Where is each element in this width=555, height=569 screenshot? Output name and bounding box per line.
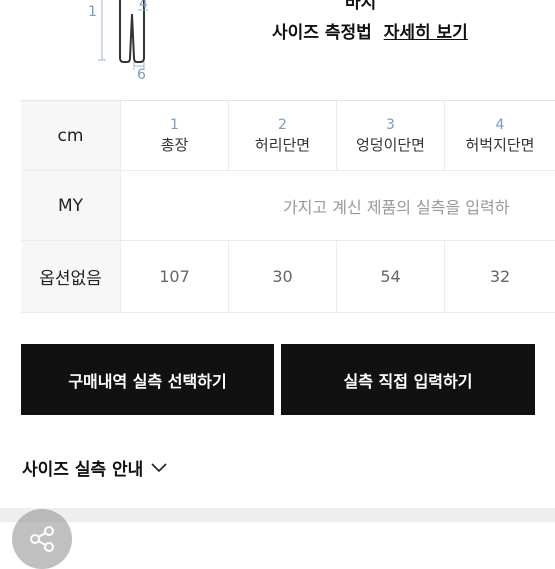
column-number: 4 (495, 116, 505, 133)
my-label: MY (57, 195, 84, 216)
cell-value: 54 (380, 267, 401, 286)
column-name: 허리단면 (254, 135, 311, 154)
direct-button-label: 실측 직접 입력하기 (343, 371, 473, 391)
my-measurement-input[interactable]: 가지고 계신 제품의 실측을 입력하 (121, 171, 555, 241)
table-cell: 107 (121, 241, 229, 313)
column-header: 3 엉덩이단면 (337, 101, 445, 171)
my-input-placeholder: 가지고 계신 제품의 실측을 입력하 (283, 197, 510, 217)
size-measure-heading: 사이즈 측정법 자세히 보기 (272, 18, 468, 43)
size-diagram-area: 1 4 6 바지 사이즈 측정법 자세히 보기 (0, 0, 555, 100)
option-label: 옵션없음 (39, 269, 102, 289)
measure-detail-link[interactable]: 자세히 보기 (384, 23, 468, 43)
cm-label: cm (57, 125, 84, 146)
cell-value: 107 (159, 267, 190, 286)
share-icon (30, 526, 54, 552)
cell-value: 30 (272, 267, 293, 286)
column-number: 1 (170, 116, 179, 133)
table-cell: 54 (337, 241, 445, 313)
table-cell: 30 (229, 241, 337, 313)
column-name: 총장 (160, 135, 189, 154)
column-name: 허벅지단면 (465, 135, 535, 154)
row-label-my: MY (21, 171, 121, 241)
column-number: 3 (386, 116, 395, 133)
column-header: 2 허리단면 (229, 101, 337, 171)
column-number: 2 (278, 116, 287, 133)
diagram-label-1: 1 (88, 4, 97, 20)
row-label-option: 옵션없음 (21, 241, 121, 313)
direct-input-measurement-button[interactable]: 실측 직접 입력하기 (281, 344, 535, 415)
purchase-button-label: 구매내역 실측 선택하기 (68, 371, 227, 391)
diagram-label-6: 6 (137, 67, 146, 83)
column-header: 1 총장 (121, 101, 229, 171)
chevron-down-icon (151, 462, 167, 472)
size-guide-label: 사이즈 실측 안내 (22, 460, 144, 480)
select-purchase-measurement-button[interactable]: 구매내역 실측 선택하기 (21, 344, 274, 415)
diagram-label-4: 4 (139, 0, 148, 12)
share-button[interactable] (12, 509, 72, 569)
table-header-cm: cm (21, 101, 121, 171)
column-name: 엉덩이단면 (355, 135, 425, 154)
section-divider (0, 508, 555, 522)
cell-value: 32 (489, 267, 511, 286)
table-cell: 32 (445, 241, 555, 313)
size-table: cm 1 총장 2 허리단면 3 엉덩이단면 4 허벅지단면 MY 가지고 계신… (21, 100, 555, 313)
column-header: 4 허벅지단면 (445, 101, 555, 171)
size-guide-toggle[interactable]: 사이즈 실측 안내 (22, 455, 167, 480)
measure-title: 사이즈 측정법 (272, 23, 372, 43)
product-category-title: 바지 (345, 0, 377, 13)
